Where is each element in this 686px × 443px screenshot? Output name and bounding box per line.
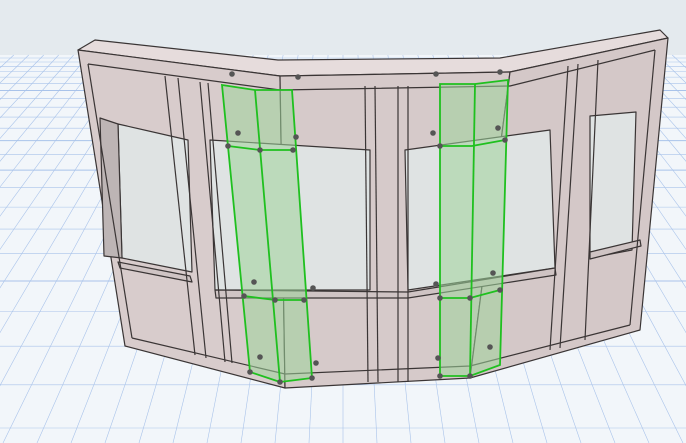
selection-hotspot[interactable] (277, 379, 283, 385)
selection-hotspot[interactable] (430, 130, 436, 136)
window-left-reveal (99, 117, 123, 259)
selection-hotspot[interactable] (241, 293, 247, 299)
selection-hotspot[interactable] (251, 279, 257, 285)
selection-hotspot[interactable] (310, 285, 316, 291)
selection-hotspot[interactable] (225, 143, 231, 149)
selection-hotspot[interactable] (301, 297, 307, 303)
selection-hotspot[interactable] (487, 344, 493, 350)
selection-hotspot[interactable] (437, 143, 443, 149)
window-left[interactable] (117, 123, 193, 273)
selection-hotspot[interactable] (229, 71, 235, 77)
selection-hotspot[interactable] (495, 125, 501, 131)
selection-hotspot[interactable] (437, 373, 443, 379)
selection-hotspot[interactable] (435, 355, 441, 361)
selection-hotspot[interactable] (437, 295, 443, 301)
selection-hotspot[interactable] (490, 270, 496, 276)
3d-scene[interactable] (0, 0, 686, 443)
window-right[interactable] (589, 111, 637, 259)
selection-hotspot[interactable] (293, 134, 299, 140)
selection-hotspot[interactable] (313, 360, 319, 366)
selection-hotspot[interactable] (433, 281, 439, 287)
selection-hotspot[interactable] (502, 137, 508, 143)
selection-hotspot[interactable] (235, 130, 241, 136)
selection-hotspot[interactable] (497, 287, 503, 293)
selection-hotspot[interactable] (290, 147, 296, 153)
curtain-wall-model[interactable] (77, 29, 669, 389)
selection-hotspot[interactable] (257, 147, 263, 153)
3d-viewport[interactable] (0, 0, 686, 443)
selection-hotspot[interactable] (433, 71, 439, 77)
selection-hotspot[interactable] (497, 69, 503, 75)
selection-hotspot[interactable] (309, 375, 315, 381)
selection-hotspot[interactable] (295, 74, 301, 80)
selection-hotspot[interactable] (467, 295, 473, 301)
selection-hotspot[interactable] (257, 354, 263, 360)
selected-panel-right[interactable] (439, 78, 509, 377)
selection-hotspot[interactable] (247, 369, 253, 375)
selection-hotspot[interactable] (467, 373, 473, 379)
selection-hotspot[interactable] (272, 297, 278, 303)
